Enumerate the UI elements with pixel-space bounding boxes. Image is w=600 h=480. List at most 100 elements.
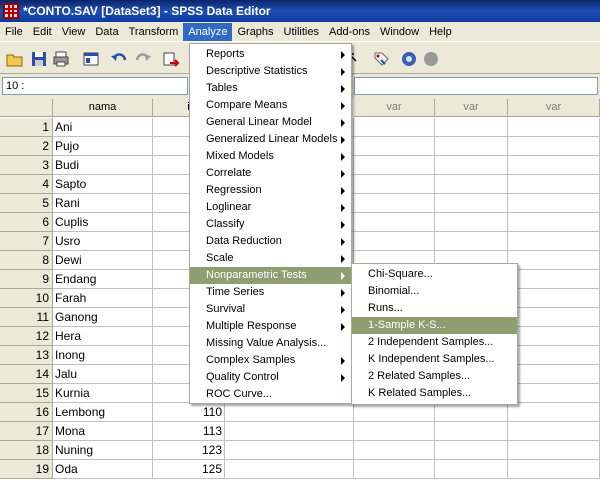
empty-cell[interactable] — [435, 422, 508, 441]
empty-cell[interactable] — [354, 213, 435, 232]
cell-nama[interactable]: Mona — [53, 422, 153, 441]
empty-cell[interactable] — [225, 403, 354, 422]
row-number[interactable]: 13 — [0, 346, 53, 365]
column-header[interactable]: nama — [53, 99, 153, 117]
empty-cell[interactable] — [225, 422, 354, 441]
empty-cell[interactable] — [435, 175, 508, 194]
menu-item-nonparametric-tests[interactable]: Nonparametric Tests — [190, 267, 351, 284]
cell-nama[interactable]: Nuning — [53, 441, 153, 460]
empty-cell[interactable] — [508, 384, 600, 403]
cell-nama[interactable]: Usro — [53, 232, 153, 251]
cell-nama[interactable]: Inong — [53, 346, 153, 365]
cell-nama[interactable]: Budi — [53, 156, 153, 175]
row-number[interactable]: 14 — [0, 365, 53, 384]
cell-reference-field[interactable]: 10 : — [2, 77, 188, 95]
empty-cell[interactable] — [354, 118, 435, 137]
menu-item-compare-means[interactable]: Compare Means — [190, 97, 351, 114]
value-labels-icon[interactable] — [372, 50, 390, 68]
menu-help[interactable]: Help — [424, 23, 457, 41]
empty-cell[interactable] — [508, 460, 600, 479]
row-number[interactable]: 19 — [0, 460, 53, 479]
empty-cell[interactable] — [225, 460, 354, 479]
empty-cell[interactable] — [435, 460, 508, 479]
row-number[interactable]: 18 — [0, 441, 53, 460]
menu-window[interactable]: Window — [375, 23, 424, 41]
row-number[interactable]: 2 — [0, 137, 53, 156]
menu-item-tables[interactable]: Tables — [190, 80, 351, 97]
cell-nama[interactable]: Farah — [53, 289, 153, 308]
row-number[interactable]: 15 — [0, 384, 53, 403]
menu-item-survival[interactable]: Survival — [190, 301, 351, 318]
menu-item-generalized-linear-models[interactable]: Generalized Linear Models — [190, 131, 351, 148]
row-number[interactable]: 7 — [0, 232, 53, 251]
menu-item-time-series[interactable]: Time Series — [190, 284, 351, 301]
cell-nama[interactable]: Cuplis — [53, 213, 153, 232]
cell-nama[interactable]: Ganong — [53, 308, 153, 327]
menu-item-classify[interactable]: Classify — [190, 216, 351, 233]
menu-item-general-linear-model[interactable]: General Linear Model — [190, 114, 351, 131]
empty-cell[interactable] — [435, 137, 508, 156]
menu-graphs[interactable]: Graphs — [232, 23, 278, 41]
menu-item-descriptive-statistics[interactable]: Descriptive Statistics — [190, 63, 351, 80]
menu-item-mixed-models[interactable]: Mixed Models — [190, 148, 351, 165]
cell-nama[interactable]: Oda — [53, 460, 153, 479]
cell-nama[interactable]: Kurnia — [53, 384, 153, 403]
empty-cell[interactable] — [435, 441, 508, 460]
row-number[interactable]: 11 — [0, 308, 53, 327]
menu-item-correlate[interactable]: Correlate — [190, 165, 351, 182]
print-icon[interactable] — [52, 50, 70, 68]
menu-item-roc-curve[interactable]: ROC Curve... — [190, 386, 351, 403]
cell-value[interactable]: 113 — [153, 422, 225, 441]
empty-cell[interactable] — [435, 156, 508, 175]
cell-value[interactable]: 110 — [153, 403, 225, 422]
cell-nama[interactable]: Rani — [53, 194, 153, 213]
empty-cell[interactable] — [435, 118, 508, 137]
cell-nama[interactable]: Sapto — [53, 175, 153, 194]
cell-nama[interactable]: Lembong — [53, 403, 153, 422]
empty-cell[interactable] — [508, 308, 600, 327]
redo-icon[interactable] — [134, 50, 152, 68]
empty-cell[interactable] — [354, 194, 435, 213]
column-header[interactable]: var — [354, 99, 435, 117]
menu-data[interactable]: Data — [90, 23, 123, 41]
menu-analyze[interactable]: Analyze — [183, 22, 233, 41]
menu-item-reports[interactable]: Reports — [190, 46, 351, 63]
menu-item-2-independent-samples[interactable]: 2 Independent Samples... — [352, 334, 517, 351]
empty-cell[interactable] — [508, 441, 600, 460]
row-number[interactable]: 17 — [0, 422, 53, 441]
empty-cell[interactable] — [354, 460, 435, 479]
empty-cell[interactable] — [354, 232, 435, 251]
empty-cell[interactable] — [354, 175, 435, 194]
cell-nama[interactable]: Jalu — [53, 365, 153, 384]
empty-cell[interactable] — [508, 175, 600, 194]
empty-cell[interactable] — [508, 156, 600, 175]
menu-item-k-related-samples[interactable]: K Related Samples... — [352, 385, 517, 402]
menu-item-1-sample-k-s[interactable]: 1-Sample K-S... — [352, 317, 517, 334]
empty-cell[interactable] — [354, 403, 435, 422]
empty-cell[interactable] — [354, 422, 435, 441]
undo-icon[interactable] — [110, 50, 128, 68]
row-number[interactable]: 9 — [0, 270, 53, 289]
menu-transform[interactable]: Transform — [124, 23, 184, 41]
cell-value-field[interactable] — [354, 77, 598, 95]
menu-item-quality-control[interactable]: Quality Control — [190, 369, 351, 386]
cell-nama[interactable]: Ani — [53, 118, 153, 137]
row-number[interactable]: 6 — [0, 213, 53, 232]
grid-corner[interactable] — [0, 99, 53, 117]
row-number[interactable]: 10 — [0, 289, 53, 308]
menu-item-k-independent-samples[interactable]: K Independent Samples... — [352, 351, 517, 368]
menu-add-ons[interactable]: Add-ons — [324, 23, 375, 41]
menu-item-chi-square[interactable]: Chi-Square... — [352, 266, 517, 283]
row-number[interactable]: 12 — [0, 327, 53, 346]
row-number[interactable]: 5 — [0, 194, 53, 213]
empty-cell[interactable] — [435, 403, 508, 422]
cell-nama[interactable]: Pujo — [53, 137, 153, 156]
menu-edit[interactable]: Edit — [28, 23, 57, 41]
menu-item-binomial[interactable]: Binomial... — [352, 283, 517, 300]
use-sets-icon[interactable] — [400, 50, 418, 68]
save-icon[interactable] — [30, 50, 48, 68]
column-header[interactable]: var — [508, 99, 600, 117]
menu-item-runs[interactable]: Runs... — [352, 300, 517, 317]
empty-cell[interactable] — [508, 194, 600, 213]
empty-cell[interactable] — [508, 118, 600, 137]
